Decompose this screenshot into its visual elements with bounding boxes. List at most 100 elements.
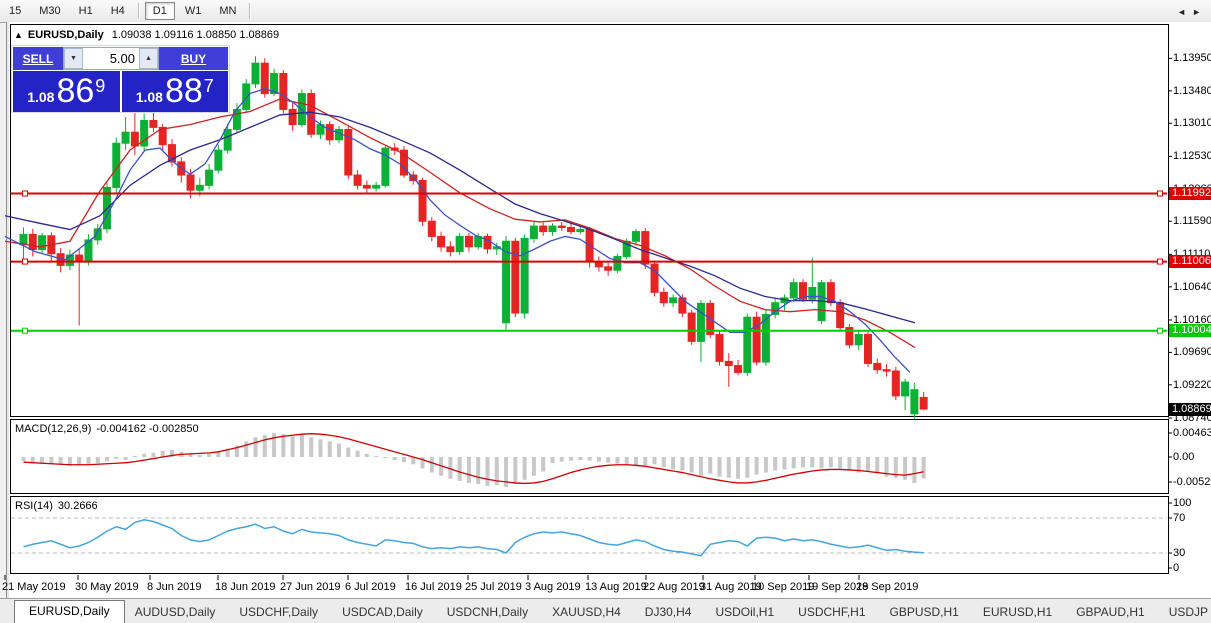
macd-histogram-bar (160, 450, 165, 457)
volume-input[interactable] (83, 48, 139, 69)
macd-histogram-bar (754, 457, 759, 475)
tab-GBPUSD-H1[interactable]: GBPUSD,H1 (880, 601, 969, 623)
line-handle[interactable] (22, 190, 28, 197)
candlestick (511, 240, 520, 314)
sell-price-box[interactable]: 1.08 86 9 (13, 71, 120, 112)
line-handle[interactable] (22, 327, 28, 334)
price-tick-label: 1.13950 (1173, 52, 1211, 65)
macd-histogram-bar (847, 457, 852, 471)
line-handle[interactable] (1157, 190, 1163, 197)
tab-USDJP[interactable]: USDJP (1159, 601, 1211, 623)
tab-USDCNH-Daily[interactable]: USDCNH,Daily (437, 601, 538, 623)
candlestick (678, 297, 687, 314)
macd-histogram-bar (875, 457, 880, 474)
chart-symbol-label: EURUSD,Daily (27, 29, 104, 41)
macd-histogram-bar (132, 455, 137, 457)
candlestick (149, 119, 158, 128)
candlestick (214, 149, 223, 171)
macd-histogram-bar (114, 457, 119, 460)
candlestick (873, 362, 882, 371)
candlestick (696, 302, 705, 342)
tab-DJ30-H4[interactable]: DJ30,H4 (635, 601, 702, 623)
rsi-tick-label: 70 (1173, 512, 1186, 524)
tab-scroll-right-icon[interactable]: ► (1192, 7, 1207, 17)
macd-histogram-bar (281, 434, 286, 457)
rsi-header: RSI(14) 30.2666 (15, 500, 98, 512)
tab-GBPAUD-H1[interactable]: GBPAUD,H1 (1066, 601, 1154, 623)
macd-histogram-bar (401, 457, 406, 463)
candlestick (455, 235, 464, 253)
volume-increase-button[interactable]: ▲ (139, 48, 158, 69)
tab-EURUSD-H1[interactable]: EURUSD,H1 (973, 601, 1062, 623)
line-handle[interactable] (1157, 327, 1163, 334)
candlestick (548, 225, 557, 233)
candlestick (910, 389, 919, 415)
macd-histogram-bar (782, 457, 787, 470)
candlestick (808, 287, 817, 300)
tab-scroll-left-icon[interactable]: ◄ (1177, 7, 1192, 17)
date-tick-label: 25 Jul 2019 (465, 581, 522, 593)
macd-histogram-bar (838, 457, 843, 469)
sell-button[interactable]: SELL (13, 47, 63, 70)
sell-price-big: 86 (56, 72, 95, 110)
candlestick (483, 235, 492, 250)
tab-EURUSD-Daily[interactable]: EURUSD,Daily (14, 600, 125, 623)
line-handle[interactable] (22, 258, 28, 265)
macd-histogram-bar (513, 457, 518, 484)
tab-AUDUSD-Daily[interactable]: AUDUSD,Daily (125, 601, 226, 623)
macd-histogram-bar (346, 447, 351, 457)
candlestick (353, 174, 362, 186)
candlestick (631, 231, 640, 242)
tab-USDCAD-Daily[interactable]: USDCAD,Daily (332, 601, 433, 623)
candlestick (446, 246, 455, 253)
macd-header: MACD(12,26,9) -0.004162 -0.002850 (15, 423, 199, 435)
macd-histogram-bar (652, 457, 657, 465)
macd-histogram-bar (791, 457, 796, 469)
candlestick (734, 365, 743, 373)
tab-XAUUSD-H4[interactable]: XAUUSD,H4 (542, 601, 631, 623)
collapse-panel-icon[interactable]: ▲ (14, 30, 23, 40)
macd-histogram-bar (290, 436, 295, 457)
macd-histogram-bar (810, 457, 815, 468)
volume-decrease-button[interactable]: ▼ (64, 48, 83, 69)
tab-USDCHF-H1[interactable]: USDCHF,H1 (788, 601, 875, 623)
buy-button[interactable]: BUY (159, 47, 228, 70)
macd-histogram-bar (717, 457, 722, 477)
candlestick (743, 316, 752, 373)
rsi-tick-label: 30 (1173, 547, 1186, 559)
candlestick (919, 396, 928, 410)
tab-USDOil-H1[interactable]: USDOil,H1 (705, 601, 784, 623)
macd-histogram-bar (355, 450, 360, 457)
macd-histogram-bar (123, 457, 128, 461)
candlestick (567, 226, 576, 233)
candlestick (650, 263, 659, 293)
macd-histogram-bar (151, 452, 156, 457)
rsi-value: 30.2666 (57, 500, 98, 512)
chart-title: ▲ EURUSD,Daily 1.09038 1.09116 1.08850 1.0… (14, 29, 279, 41)
candlestick (38, 235, 47, 251)
tab-USDCHF-Daily[interactable]: USDCHF,Daily (229, 601, 328, 623)
macd-histogram-bar (411, 457, 416, 465)
candlestick (121, 131, 130, 144)
candlestick (789, 282, 798, 299)
line-handle[interactable] (1157, 258, 1163, 265)
macd-histogram-bar (912, 457, 917, 483)
macd-histogram-bar (671, 457, 676, 470)
buy-price-box[interactable]: 1.08 88 7 (121, 71, 228, 112)
macd-histogram-bar (457, 457, 462, 481)
macd-histogram-bar (745, 457, 750, 478)
candlestick (529, 225, 538, 240)
macd-histogram-bar (392, 457, 397, 461)
candlestick (372, 184, 381, 189)
price-tick-label: 1.10640 (1173, 280, 1211, 293)
macd-histogram-bar (337, 443, 342, 457)
macd-histogram-bar (40, 457, 45, 464)
macd-histogram-bar (615, 457, 620, 464)
macd-histogram-bar (21, 457, 26, 462)
macd-histogram-bar (606, 457, 611, 463)
macd-histogram-bar (819, 457, 824, 469)
date-tick-label: 6 Jul 2019 (345, 581, 396, 593)
candlestick (539, 225, 548, 233)
macd-label: MACD(12,26,9) (15, 423, 92, 435)
candlestick (613, 255, 622, 271)
